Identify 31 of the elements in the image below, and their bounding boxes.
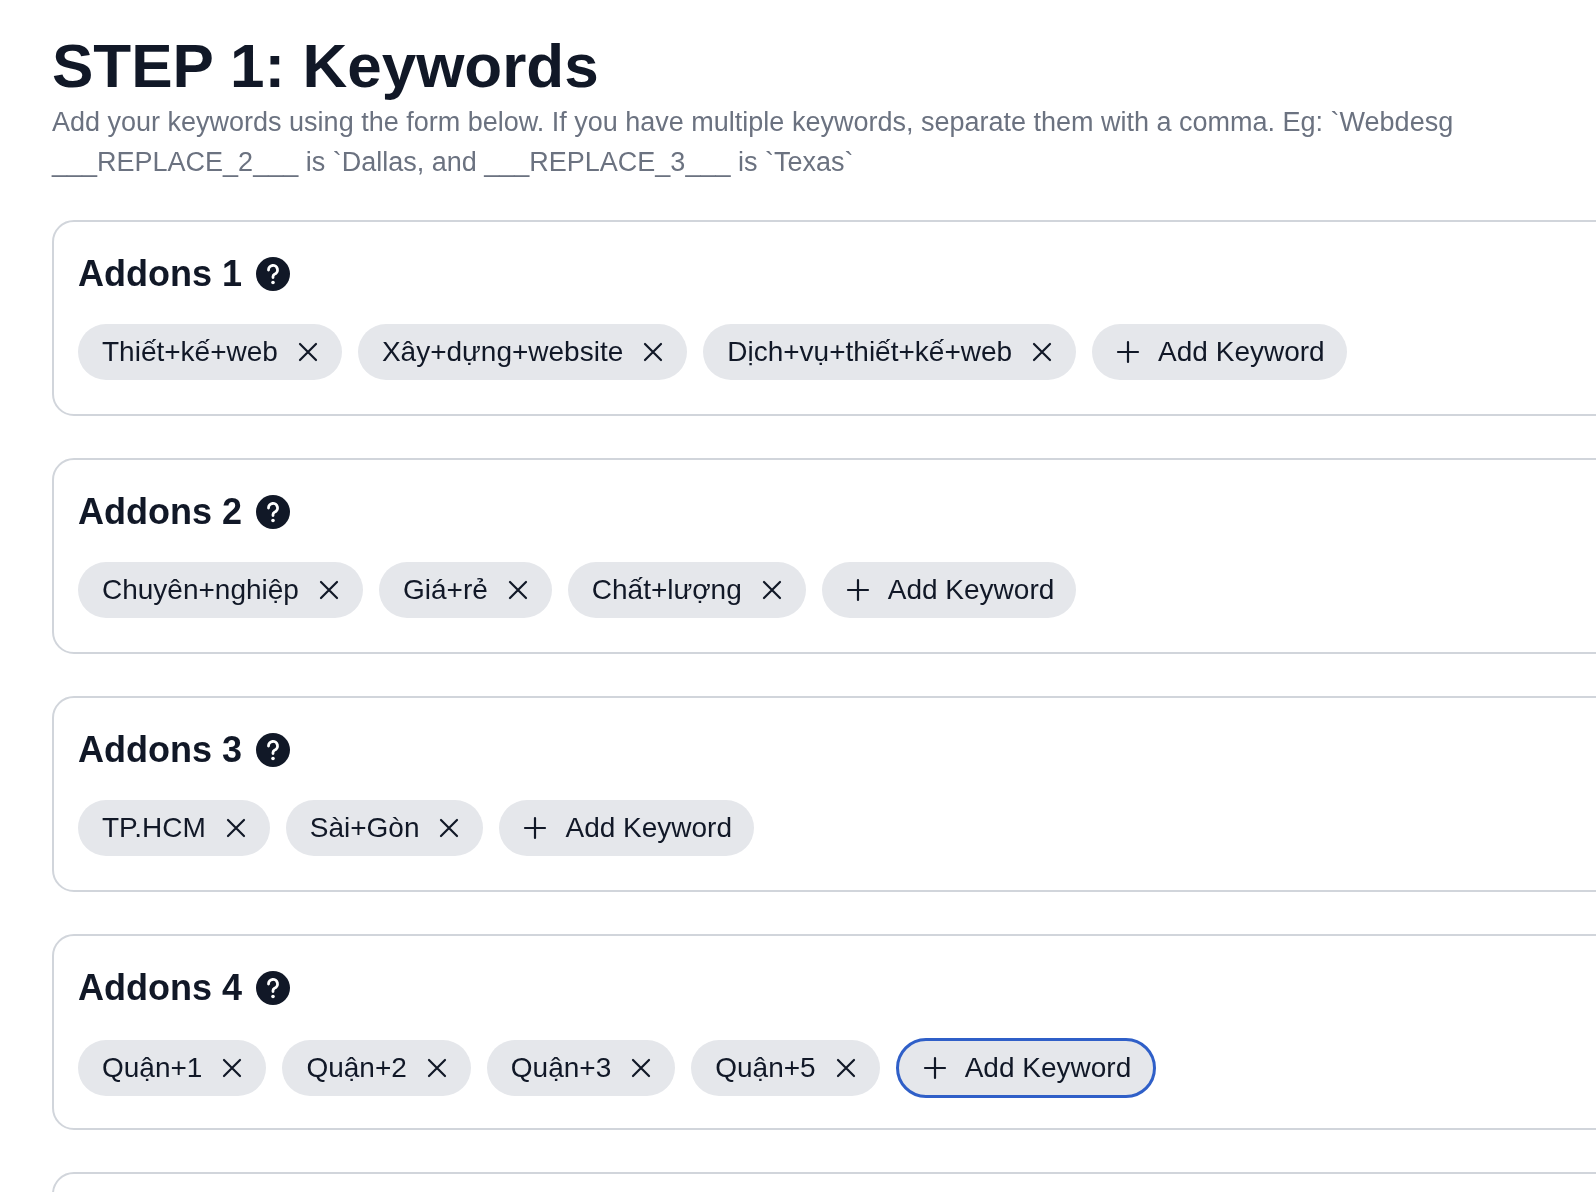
keyword-label: TP.HCM xyxy=(102,811,206,845)
keyword-label: Chuyên+nghiệp xyxy=(102,573,299,607)
help-icon[interactable] xyxy=(256,733,290,767)
plus-icon xyxy=(845,578,870,602)
add-keyword-button[interactable]: Add Keyword xyxy=(1092,324,1347,380)
add-keyword-button[interactable]: Add Keyword xyxy=(821,562,1077,618)
keyword-label: Sài+Gòn xyxy=(309,811,420,845)
page-title: STEP 1: Keywords xyxy=(52,30,599,102)
description-text: Add your keywords using the form below. If you have multiple keywords, separate them with a comma. Eg: `Webdesg xyxy=(52,106,1454,139)
help-icon[interactable] xyxy=(256,495,290,529)
plus-icon xyxy=(1116,340,1141,364)
keyword-label: Giá+rẻ xyxy=(402,573,488,607)
keyword-label: Xây+dựng+website xyxy=(381,335,624,369)
help-icon[interactable] xyxy=(256,971,290,1005)
keyword-label: Quận+2 xyxy=(306,1051,407,1085)
description-text: ___REPLACE_2___ is `Dallas, and ___REPLACE_3___ is `Texas` xyxy=(52,146,854,179)
card-title: Addons 1 xyxy=(78,252,242,296)
card-title: Addons 4 xyxy=(78,966,242,1010)
keyword-label: Quận+5 xyxy=(715,1051,816,1085)
keyword-label: Chất+lượng xyxy=(591,573,742,607)
keyword-label: Quận+1 xyxy=(102,1051,203,1085)
keyword-label: Thiết+kế+web xyxy=(102,335,278,369)
plus-icon xyxy=(523,816,548,840)
help-icon[interactable] xyxy=(256,257,290,291)
plus-icon xyxy=(922,1056,947,1080)
add-keyword-button[interactable]: Add Keyword xyxy=(499,800,754,856)
add-keyword-button[interactable]: Add Keyword xyxy=(895,1038,1157,1098)
keyword-label: Dịch+vụ+thiết+kế+web xyxy=(727,335,1013,369)
card-title: Addons 3 xyxy=(78,728,242,772)
keyword-label: Quận+3 xyxy=(510,1051,612,1085)
card-title: Addons 2 xyxy=(78,490,242,534)
